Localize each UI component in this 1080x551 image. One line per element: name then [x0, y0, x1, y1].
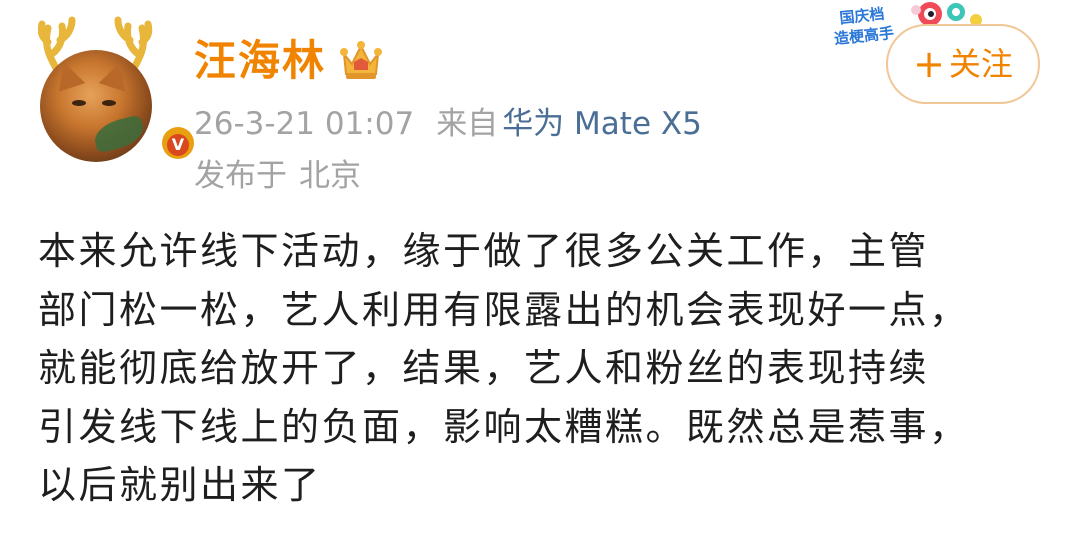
post-body: 本来允许线下活动，缘于做了很多公关工作，主管 部门松一松，艺人利用有限露出的机会… [38, 222, 1058, 515]
verified-glyph: V [167, 134, 189, 156]
crown-icon [340, 41, 382, 79]
avatar-leaf [91, 114, 147, 154]
post-meta: 26-3-21 01:07 来自 华为 Mate X5 [194, 104, 702, 144]
follow-label: 关注 [948, 45, 1013, 83]
avatar-eye-left [72, 100, 86, 106]
badge-text: 国庆档 造梗高手 [828, 3, 898, 50]
device-link[interactable]: 华为 Mate X5 [502, 106, 702, 142]
post-line: 就能彻底给放开了，结果，艺人和粉丝的表现持续 [38, 346, 930, 390]
plus-icon: + [913, 42, 945, 86]
from-label: 来自 [436, 106, 499, 142]
avatar-eye-right [102, 100, 116, 106]
avatar-ear-right [98, 58, 134, 92]
follow-button[interactable]: + 关注 [886, 24, 1040, 104]
post-line: 部门松一松，艺人利用有限露出的机会表现好一点， [38, 287, 970, 332]
username[interactable]: 汪海林 [194, 36, 326, 86]
verified-badge-icon: V [158, 123, 198, 163]
post-line: 本来允许线下活动，缘于做了很多公关工作，主管 [38, 229, 930, 273]
location-label: 发布于 [194, 158, 287, 194]
user-avatar-group[interactable]: V [38, 14, 198, 163]
post-timestamp[interactable]: 26-3-21 01:07 [194, 106, 414, 142]
post-location: 发布于 北京 [194, 156, 361, 196]
location-city: 北京 [299, 158, 361, 194]
post-line: 引发线下线上的负面，影响太糟糕。既然总是惹事， [38, 404, 970, 449]
post-line: 以后就别出来了 [38, 463, 322, 507]
avatar[interactable] [40, 50, 152, 162]
weibo-post-card: V 汪海林 26-3-21 01:07 来自 华为 Mate X5 发布于 北京 国庆… [0, 0, 1080, 551]
